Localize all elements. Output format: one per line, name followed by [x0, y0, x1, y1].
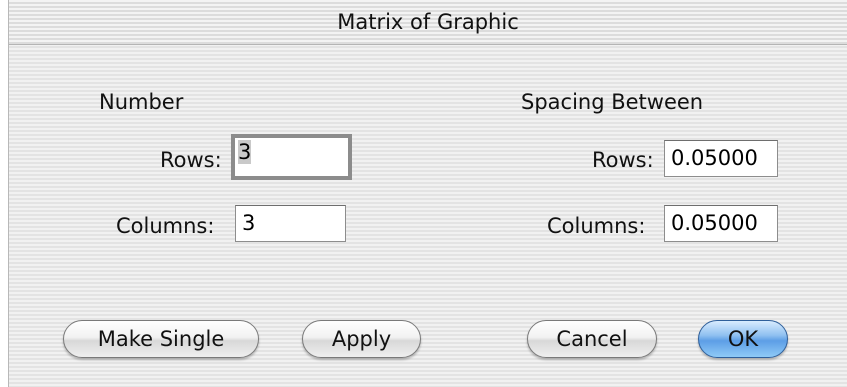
- spacing-rows-value: 0.05000: [671, 146, 758, 170]
- number-heading: Number: [99, 90, 184, 114]
- number-rows-value: 3: [238, 140, 252, 164]
- spacing-columns-label: Columns:: [547, 214, 646, 238]
- spacing-columns-value: 0.05000: [671, 211, 758, 235]
- number-columns-field[interactable]: 3: [235, 205, 346, 242]
- cancel-button[interactable]: Cancel: [527, 320, 657, 358]
- spacing-columns-field[interactable]: 0.05000: [664, 205, 778, 242]
- spacing-heading: Spacing Between: [521, 90, 704, 114]
- number-rows-label: Rows:: [160, 148, 222, 172]
- number-columns-label: Columns:: [116, 214, 215, 238]
- window-title: Matrix of Graphic: [337, 10, 519, 34]
- title-bar[interactable]: Matrix of Graphic: [9, 0, 847, 45]
- number-columns-value: 3: [242, 211, 256, 235]
- dialog-window: Matrix of Graphic Number Rows: 3 Columns…: [8, 0, 847, 387]
- make-single-button[interactable]: Make Single: [63, 320, 259, 358]
- apply-button[interactable]: Apply: [302, 320, 421, 358]
- spacing-rows-label: Rows:: [592, 148, 654, 172]
- spacing-rows-field[interactable]: 0.05000: [664, 140, 778, 177]
- ok-button[interactable]: OK: [698, 320, 788, 358]
- number-rows-field[interactable]: 3: [231, 134, 352, 180]
